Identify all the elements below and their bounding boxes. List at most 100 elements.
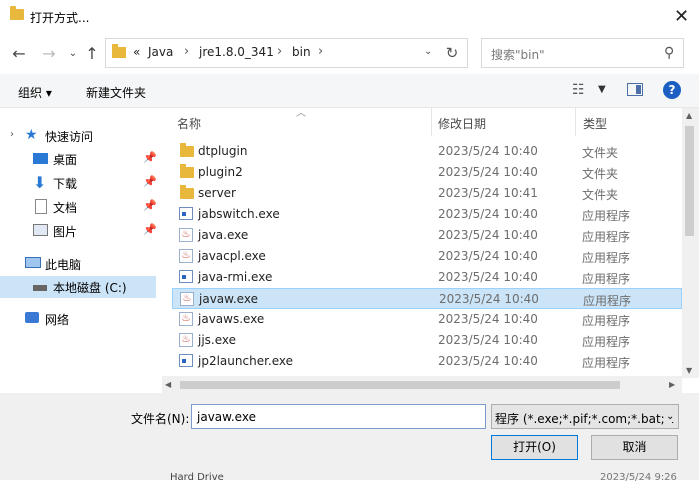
file-row[interactable]: ♨ jjs.exe 2023/5/24 10:40 应用程序 <box>172 330 682 351</box>
file-row[interactable]: dtplugin 2023/5/24 10:40 文件夹 <box>172 141 682 162</box>
scroll-right-icon[interactable]: ▶ <box>669 380 675 389</box>
sidebar-item-downloads[interactable]: ⬇ 下载 📌 <box>0 172 157 194</box>
file-date: 2023/5/24 10:40 <box>438 228 538 242</box>
refresh-button[interactable]: ↻ <box>441 42 463 64</box>
file-name: jabswitch.exe <box>198 207 280 221</box>
download-icon: ⬇ <box>33 173 47 192</box>
sidebar-item-documents[interactable]: 文档 📌 <box>0 196 157 218</box>
chevron-down-icon: ⌄ <box>68 48 78 59</box>
pin-icon: 📌 <box>143 175 157 188</box>
scroll-left-icon[interactable]: ◀ <box>165 380 171 389</box>
sidebar-item-network[interactable]: 网络 <box>0 308 156 330</box>
file-row[interactable]: java-rmi.exe 2023/5/24 10:40 应用程序 <box>172 267 682 288</box>
chevron-right-icon[interactable]: › <box>277 44 282 59</box>
forward-button[interactable]: → <box>38 43 60 65</box>
column-divider[interactable] <box>431 108 432 136</box>
java-icon: ♨ <box>180 292 194 306</box>
arrow-right-icon: → <box>42 44 56 63</box>
sidebar-item-quick-access[interactable]: › ★ 快速访问 <box>0 125 156 147</box>
file-type: 应用程序 <box>582 356 631 370</box>
folder-icon <box>10 6 24 20</box>
refresh-icon: ↻ <box>445 44 459 62</box>
filename-input[interactable]: javaw.exe <box>191 404 486 429</box>
cancel-button[interactable]: 取消 <box>591 435 678 460</box>
address-bar[interactable]: « Java › jre1.8.0_341 › bin › ⌄ <box>105 38 468 68</box>
sidebar-item-label: 文档 <box>53 201 78 215</box>
chevron-down-icon: ⌄ <box>664 411 675 422</box>
breadcrumb-jre[interactable]: jre1.8.0_341 <box>199 45 274 59</box>
exe-icon <box>179 354 193 367</box>
file-type: 应用程序 <box>582 335 631 349</box>
network-icon <box>25 312 39 323</box>
file-row[interactable]: server 2023/5/24 10:41 文件夹 <box>172 183 682 204</box>
folder-icon <box>112 44 126 58</box>
close-button[interactable]: ✕ <box>664 0 699 34</box>
open-button[interactable]: 打开(O) <box>491 435 578 460</box>
file-name: java-rmi.exe <box>198 270 273 284</box>
file-name: server <box>198 186 236 200</box>
vertical-scroll-thumb[interactable] <box>685 126 694 236</box>
column-header-date[interactable]: 修改日期 <box>438 115 486 132</box>
up-button[interactable]: ↑ <box>81 43 103 65</box>
file-name: java.exe <box>198 228 249 242</box>
breadcrumb-overflow[interactable]: « <box>133 45 140 59</box>
file-row[interactable]: ♨ java.exe 2023/5/24 10:40 应用程序 <box>172 225 682 246</box>
background-window-item: Hard Drive <box>170 472 224 483</box>
chevron-right-icon[interactable]: › <box>10 129 14 140</box>
file-type: 应用程序 <box>582 272 631 286</box>
column-header-name[interactable]: 名称 <box>177 115 201 132</box>
view-options-icon[interactable]: ☷ <box>572 82 585 98</box>
sidebar-item-this-pc[interactable]: 此电脑 <box>0 253 156 275</box>
breadcrumb-bin[interactable]: bin <box>292 45 311 59</box>
search-input[interactable]: 搜索"bin" ⚲ <box>481 38 684 68</box>
pin-icon: 📌 <box>143 199 157 212</box>
new-folder-button[interactable]: 新建文件夹 <box>86 84 146 101</box>
file-date: 2023/5/24 10:40 <box>438 333 538 347</box>
back-button[interactable]: ← <box>8 43 30 65</box>
close-icon: ✕ <box>673 6 690 27</box>
sidebar-item-desktop[interactable]: 桌面 📌 <box>0 148 157 170</box>
file-date: 2023/5/24 10:40 <box>439 292 539 306</box>
sidebar-item-pictures[interactable]: 图片 📌 <box>0 220 157 242</box>
scroll-up-icon[interactable]: ▲ <box>686 111 692 120</box>
breadcrumb-java[interactable]: Java <box>148 45 173 59</box>
picture-icon <box>33 224 48 236</box>
file-row[interactable]: ♨ javacpl.exe 2023/5/24 10:40 应用程序 <box>172 246 682 267</box>
file-name: javaws.exe <box>198 312 265 326</box>
file-name: jjs.exe <box>198 333 237 347</box>
file-row[interactable]: ♨ javaws.exe 2023/5/24 10:40 应用程序 <box>172 309 682 330</box>
help-icon[interactable]: ? <box>663 81 681 99</box>
caret-down-icon[interactable]: ▼ <box>598 84 606 95</box>
file-name: jp2launcher.exe <box>198 354 294 368</box>
sidebar-item-label: 此电脑 <box>45 258 82 272</box>
file-row-selected[interactable]: ♨ javaw.exe 2023/5/24 10:40 应用程序 <box>172 288 682 309</box>
drive-icon <box>33 285 47 291</box>
column-divider[interactable] <box>575 108 576 136</box>
address-dropdown-icon[interactable]: ⌄ <box>424 46 432 57</box>
filetype-select[interactable]: 程序 (*.exe;*.pif;*.com;*.bat;*. ⌄ <box>491 404 679 429</box>
file-name: javacpl.exe <box>198 249 266 263</box>
arrow-left-icon: ← <box>12 44 26 63</box>
file-type: 应用程序 <box>582 314 631 328</box>
file-type: 应用程序 <box>582 251 631 265</box>
search-icon: ⚲ <box>664 45 675 61</box>
organize-button[interactable]: 组织 ▾ <box>18 84 52 101</box>
chevron-right-icon[interactable]: › <box>184 44 189 59</box>
file-row[interactable]: jp2launcher.exe 2023/5/24 10:40 应用程序 <box>172 351 682 372</box>
file-date: 2023/5/24 10:40 <box>438 249 538 263</box>
sidebar-item-label: 图片 <box>53 225 78 239</box>
chevron-right-icon[interactable]: › <box>318 44 323 59</box>
exe-icon <box>179 207 193 220</box>
column-header-type[interactable]: 类型 <box>583 115 607 132</box>
file-row[interactable]: jabswitch.exe 2023/5/24 10:40 应用程序 <box>172 204 682 225</box>
file-row[interactable]: plugin2 2023/5/24 10:40 文件夹 <box>172 162 682 183</box>
java-icon: ♨ <box>179 312 193 326</box>
preview-pane-icon[interactable] <box>627 83 643 96</box>
background-window-date: 2023/5/24 9:26 <box>600 472 677 483</box>
sidebar-item-local-disk-c[interactable]: 本地磁盘 (C:) <box>0 276 156 298</box>
sidebar-item-label: 桌面 <box>53 153 78 167</box>
scroll-down-icon[interactable]: ▼ <box>686 366 692 375</box>
horizontal-scroll-thumb[interactable] <box>180 381 620 389</box>
file-type: 文件夹 <box>582 188 619 202</box>
document-icon <box>35 199 47 214</box>
